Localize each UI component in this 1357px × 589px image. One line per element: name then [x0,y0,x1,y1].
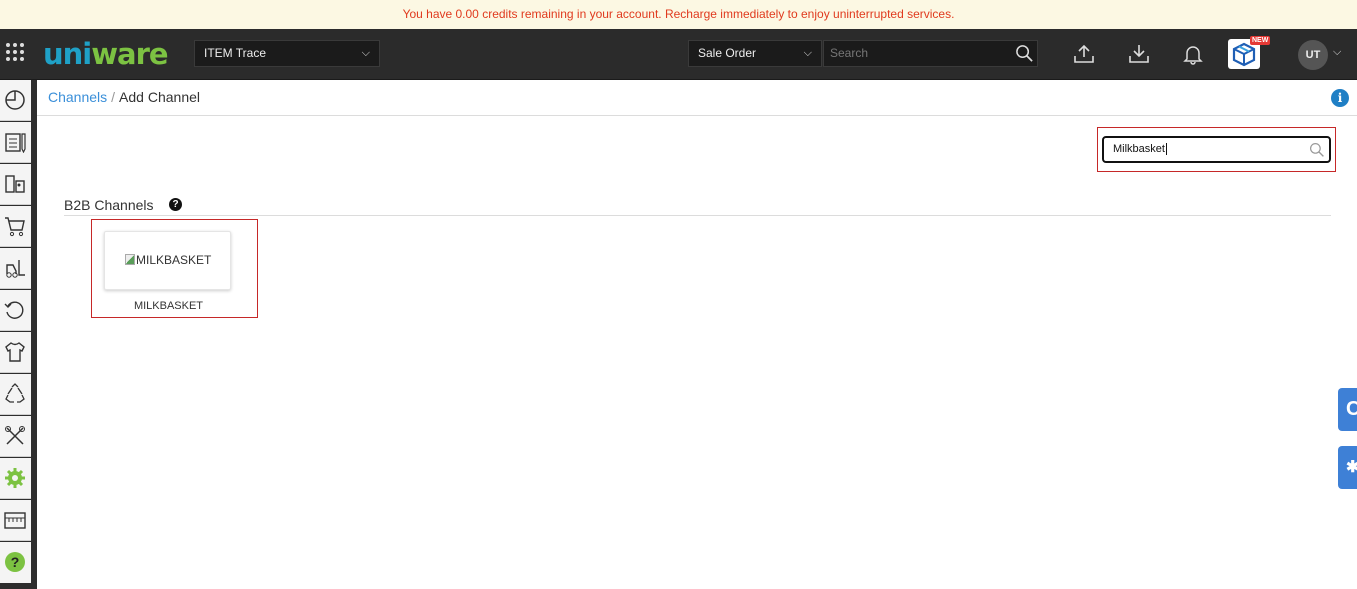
new-badge: NEW [1250,36,1271,45]
channel-search-input[interactable]: Milkbasket [1102,136,1331,163]
section-title: B2B Channels [64,197,154,213]
chevron-down-icon[interactable]: ⌵ [1333,46,1341,59]
orders-icon [5,133,26,153]
divider [64,215,1331,216]
sidebar-item-reports[interactable] [0,500,31,541]
sidebar-item-forklift[interactable] [0,248,31,289]
sidebar-item-settings[interactable] [0,458,31,499]
shipping-icon [5,175,25,193]
app-grid-icon[interactable] [6,43,26,63]
sidebar-item-help[interactable]: ? [0,542,31,583]
recycle-icon [5,383,25,403]
sidebar: ? [0,80,37,589]
sidebar-item-shipping[interactable] [0,164,31,205]
sidebar-item-orders[interactable] [0,122,31,163]
returns-icon [4,301,24,319]
channel-label[interactable]: MILKBASKET [91,300,246,312]
global-search-input[interactable]: Search [823,40,1038,67]
upload-icon[interactable] [1073,43,1095,65]
chevron-down-icon: ⌵ [803,47,812,59]
forklift-icon [6,260,25,278]
gear-icon [5,468,25,488]
avatar[interactable]: UT [1298,40,1328,70]
unicommerce-logo[interactable]: uniware [43,37,169,71]
divider [37,115,1357,116]
breadcrumb-separator: / [111,89,116,105]
dashboard-icon [5,90,25,110]
svg-text:?: ? [11,554,20,570]
shirt-icon [5,342,25,362]
help-icon: ? [5,552,25,572]
breadcrumb-current: Add Channel [119,89,200,105]
download-icon[interactable] [1128,43,1150,65]
sidebar-item-dashboard[interactable] [0,80,31,121]
sidebar-item-cart[interactable] [0,206,31,247]
question-icon[interactable]: ? [169,198,182,211]
credit-warning-banner: You have 0.00 credits remaining in your … [0,0,1357,29]
reports-icon [4,512,26,529]
search-icon[interactable] [1015,44,1034,63]
bell-icon[interactable] [1182,43,1204,65]
top-bar: uniware ITEM Trace ⌵ Sale Order ⌵ Search… [0,29,1357,80]
sidebar-item-returns[interactable] [0,290,31,331]
broken-image-icon: MILKBASKET [125,253,211,267]
breadcrumb: Channels / Add Channel [48,89,200,105]
module-select[interactable]: ITEM Trace ⌵ [194,40,380,67]
channel-card-milkbasket[interactable]: MILKBASKET [104,231,231,290]
sidebar-item-recycle[interactable] [0,374,31,415]
sidebar-item-tools[interactable] [0,416,31,457]
side-tab-help[interactable]: ✱ [1338,446,1357,489]
search-icon[interactable] [1309,142,1325,158]
sidebar-item-products[interactable] [0,332,31,373]
info-icon[interactable]: i [1331,89,1349,107]
side-tab-chat[interactable]: C [1338,388,1357,431]
chevron-down-icon: ⌵ [361,47,370,59]
cart-icon [5,217,25,237]
search-type-select[interactable]: Sale Order ⌵ [688,40,822,67]
breadcrumb-link-channels[interactable]: Channels [48,89,107,105]
tools-icon [5,426,25,445]
